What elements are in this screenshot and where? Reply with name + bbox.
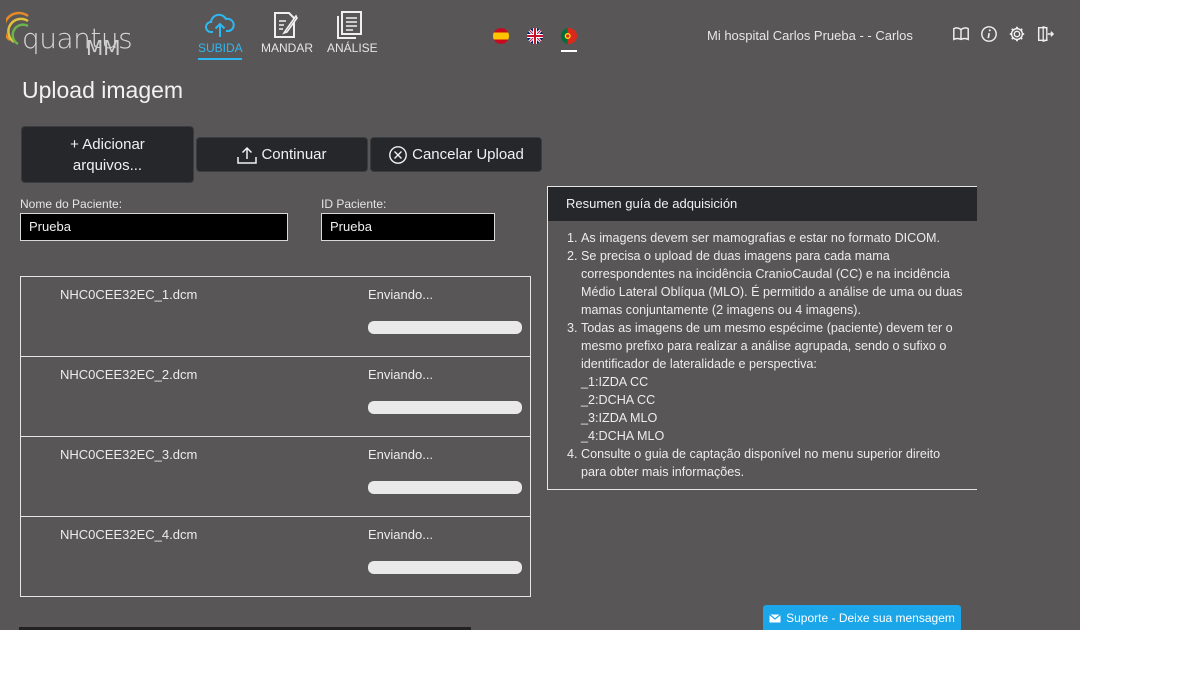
user-hospital-text: Mi hospital Carlos Prueba - - Carlos bbox=[707, 28, 913, 43]
bottom-bar bbox=[19, 627, 471, 630]
guide-suffix: _1:IZDA CC bbox=[581, 375, 649, 389]
patient-id-field[interactable]: Prueba bbox=[321, 213, 495, 241]
upload-icon bbox=[237, 146, 258, 164]
guide-title: Resumen guía de adquisición bbox=[548, 187, 977, 221]
guide-suffix: _3:IZDA MLO bbox=[581, 411, 658, 425]
guide-item-text: Todas as imagens de um mesmo espécime (p… bbox=[581, 321, 953, 371]
acquisition-guide-panel: Resumen guía de adquisición As imagens d… bbox=[547, 186, 977, 490]
nav-subida-label: SUBIDA bbox=[198, 41, 243, 55]
flag-gb-icon[interactable] bbox=[527, 28, 543, 44]
upload-progress-bar bbox=[368, 561, 522, 574]
upload-progress-bar bbox=[368, 321, 522, 334]
nav-subida[interactable]: SUBIDA bbox=[198, 10, 243, 60]
quantus-logo[interactable]: quantus MM bbox=[6, 10, 133, 60]
book-icon[interactable] bbox=[952, 24, 970, 44]
union-jack-icon bbox=[527, 28, 543, 44]
file-name: NHC0CEE32EC_3.dcm bbox=[60, 447, 198, 462]
guide-item: Todas as imagens de um mesmo espécime (p… bbox=[581, 319, 967, 445]
file-row: NHC0CEE32EC_4.dcm Enviando... bbox=[21, 516, 530, 596]
header-tools bbox=[952, 24, 1054, 44]
upload-progress-bar bbox=[368, 401, 522, 414]
patient-name-field[interactable]: Prueba bbox=[20, 213, 288, 241]
flag-pt-icon[interactable] bbox=[561, 28, 577, 44]
file-name: NHC0CEE32EC_1.dcm bbox=[60, 287, 198, 302]
file-name: NHC0CEE32EC_4.dcm bbox=[60, 527, 198, 542]
pt-emblem-icon bbox=[564, 33, 571, 39]
file-status: Enviando... bbox=[368, 367, 434, 382]
add-files-button[interactable]: + Adicionar arquivos... bbox=[21, 126, 194, 183]
logo-sub-text: MM bbox=[86, 36, 121, 60]
add-files-label-line1: + Adicionar bbox=[70, 135, 145, 153]
patient-id-label: ID Paciente: bbox=[321, 197, 387, 211]
flag-pt-wrapper bbox=[561, 28, 577, 52]
continue-button[interactable]: Continuar bbox=[196, 137, 368, 172]
file-row: NHC0CEE32EC_3.dcm Enviando... bbox=[21, 436, 530, 516]
close-circle-icon bbox=[389, 145, 408, 164]
support-label: Suporte - Deixe sua mensagem bbox=[786, 610, 955, 625]
nav-mandar-label: MANDAR bbox=[261, 41, 314, 55]
guide-item: As imagens devem ser mamografias e estar… bbox=[581, 229, 967, 247]
cancel-upload-label: Cancelar Upload bbox=[412, 146, 524, 163]
continue-label: Continuar bbox=[261, 146, 327, 163]
cloud-upload-icon bbox=[205, 13, 235, 37]
file-status: Enviando... bbox=[368, 287, 434, 302]
document-list-icon bbox=[337, 11, 362, 39]
nav-analise-label: ANÁLISE bbox=[327, 41, 378, 55]
nav-mandar[interactable]: MANDAR bbox=[261, 10, 314, 55]
upload-file-list: NHC0CEE32EC_1.dcm Enviando... NHC0CEE32E… bbox=[20, 276, 531, 597]
guide-item: Consulte o guia de captação disponível n… bbox=[581, 445, 967, 481]
info-icon[interactable] bbox=[980, 24, 998, 44]
guide-suffix: _4:DCHA MLO bbox=[581, 429, 665, 443]
flag-es-icon[interactable] bbox=[493, 28, 509, 44]
add-files-label-line2: arquivos... bbox=[72, 156, 143, 174]
file-row: NHC0CEE32EC_2.dcm Enviando... bbox=[21, 356, 530, 436]
patient-name-label: Nome do Paciente: bbox=[20, 197, 123, 211]
file-status: Enviando... bbox=[368, 527, 434, 542]
page-title: Upload imagem bbox=[22, 77, 184, 103]
support-message-button[interactable]: Suporte - Deixe sua mensagem bbox=[763, 605, 961, 630]
guide-suffix: _2:DCHA CC bbox=[581, 393, 656, 407]
envelope-icon bbox=[769, 613, 782, 622]
main-nav: SUBIDA MANDAR ANÁLISE bbox=[198, 10, 378, 60]
gear-icon[interactable] bbox=[1008, 24, 1026, 44]
logout-icon[interactable] bbox=[1036, 24, 1054, 44]
file-status: Enviando... bbox=[368, 447, 434, 462]
guide-item: Se precisa o upload de duas imagens para… bbox=[581, 247, 967, 319]
nav-analise[interactable]: ANÁLISE bbox=[327, 10, 378, 55]
upload-progress-bar bbox=[368, 481, 522, 494]
file-row: NHC0CEE32EC_1.dcm Enviando... bbox=[21, 277, 530, 356]
language-selector bbox=[493, 28, 577, 52]
document-edit-icon bbox=[274, 12, 298, 38]
file-name: NHC0CEE32EC_2.dcm bbox=[60, 367, 198, 382]
guide-list: As imagens devem ser mamografias e estar… bbox=[548, 229, 967, 481]
app-window: quantus MM SUBIDA MANDAR ANÁLISE Mi hosp… bbox=[0, 0, 1080, 630]
cancel-upload-button[interactable]: Cancelar Upload bbox=[370, 137, 542, 172]
